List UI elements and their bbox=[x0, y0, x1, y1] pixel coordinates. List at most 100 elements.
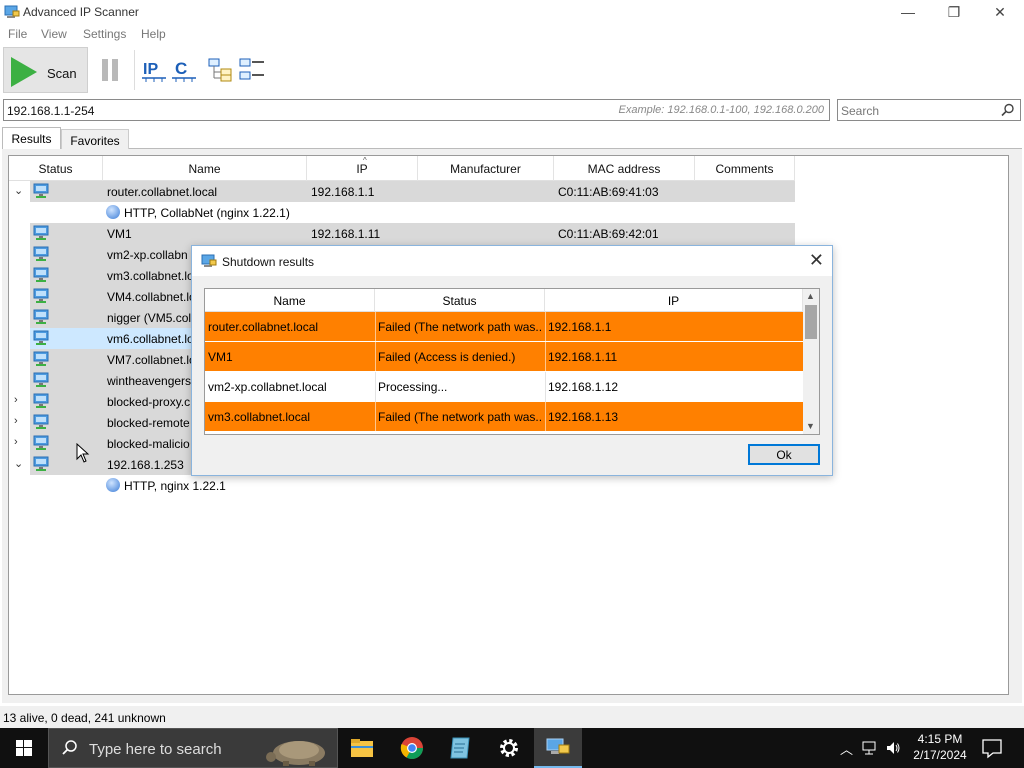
service-row[interactable]: HTTP, CollabNet (nginx 1.22.1) bbox=[9, 202, 795, 223]
expand-chevron-icon[interactable]: › bbox=[14, 415, 18, 427]
ok-button[interactable]: Ok bbox=[748, 444, 820, 465]
column-divider bbox=[545, 402, 546, 432]
result-status: Processing... bbox=[378, 380, 448, 394]
expand-all-icon[interactable] bbox=[207, 56, 235, 84]
search-highlight-illustration bbox=[266, 741, 325, 766]
pause-button[interactable] bbox=[98, 57, 124, 83]
result-name: vm3.collabnet.local bbox=[208, 410, 311, 424]
volume-icon[interactable] bbox=[885, 740, 901, 756]
search-input[interactable]: Search bbox=[837, 99, 1021, 121]
advanced-ip-scanner-icon[interactable] bbox=[534, 728, 582, 768]
close-button[interactable]: ✕ bbox=[977, 0, 1023, 24]
column-status[interactable]: Status bbox=[9, 156, 103, 181]
menu-file[interactable]: File bbox=[8, 27, 27, 41]
network-icon[interactable] bbox=[862, 741, 880, 755]
collapse-chevron-icon[interactable]: ⌄ bbox=[14, 184, 23, 197]
shutdown-result-row[interactable]: router.collabnet.local Failed (The networ… bbox=[205, 312, 803, 342]
column-divider bbox=[545, 342, 546, 372]
play-icon bbox=[11, 57, 37, 87]
collapse-all-icon[interactable] bbox=[238, 56, 266, 84]
scroll-up-icon[interactable]: ▲ bbox=[806, 291, 815, 301]
search-icon[interactable] bbox=[1001, 103, 1015, 117]
ip-icon[interactable]: IP bbox=[140, 56, 168, 84]
svg-text:C: C bbox=[175, 59, 187, 78]
computer-online-icon bbox=[33, 435, 49, 450]
column-name[interactable]: Name bbox=[103, 156, 307, 181]
sort-ascending-icon: ^ bbox=[363, 156, 367, 165]
windows-start-icon[interactable] bbox=[0, 728, 48, 768]
dialog-close-button[interactable]: ✕ bbox=[809, 250, 824, 271]
host-name: VM1 bbox=[107, 227, 132, 241]
scroll-down-icon[interactable]: ▼ bbox=[806, 421, 815, 431]
dialog-title: Shutdown results bbox=[222, 255, 315, 269]
dialog-scrollbar[interactable]: ▲ ▼ bbox=[803, 289, 819, 434]
dialog-column-status[interactable]: Status bbox=[375, 289, 545, 312]
table-row[interactable]: ⌄ router.collabnet.local 192.168.1.1 C0:11:… bbox=[9, 181, 795, 202]
scrollbar-thumb[interactable] bbox=[805, 305, 817, 339]
column-manufacturer[interactable]: Manufacturer bbox=[418, 156, 554, 181]
host-name: router.collabnet.local bbox=[107, 185, 218, 199]
notifications-icon[interactable] bbox=[980, 736, 1004, 760]
taskbar-search-box[interactable]: Type here to search bbox=[48, 728, 338, 768]
menu-settings[interactable]: Settings bbox=[83, 27, 126, 41]
menu-help[interactable]: Help bbox=[141, 27, 166, 41]
dialog-column-name[interactable]: Name bbox=[205, 289, 375, 312]
scan-button[interactable]: Scan bbox=[3, 47, 88, 93]
status-text: 13 alive, 0 dead, 241 unknown bbox=[3, 711, 166, 725]
dialog-column-ip[interactable]: IP bbox=[545, 289, 803, 312]
app-icon bbox=[4, 5, 20, 18]
globe-icon bbox=[106, 205, 120, 219]
toolbar-separator bbox=[134, 50, 135, 90]
shutdown-results-dialog: Shutdown results ✕ Name Status IP router… bbox=[191, 245, 833, 476]
scan-button-label: Scan bbox=[47, 66, 77, 81]
computer-online-icon bbox=[33, 330, 49, 345]
expand-chevron-icon[interactable]: › bbox=[14, 436, 18, 448]
clock-date: 2/17/2024 bbox=[913, 748, 967, 762]
c-class-icon[interactable]: C bbox=[170, 56, 198, 84]
restore-button[interactable]: ❐ bbox=[931, 0, 977, 24]
mouse-cursor-icon bbox=[76, 443, 90, 463]
host-mac: C0:11:AB:69:42:01 bbox=[558, 227, 659, 241]
computer-online-icon bbox=[33, 393, 49, 408]
tab-results[interactable]: Results bbox=[2, 127, 61, 149]
result-name: router.collabnet.local bbox=[208, 320, 319, 334]
column-divider bbox=[375, 342, 376, 372]
minimize-button[interactable]: — bbox=[885, 0, 931, 24]
shutdown-result-row[interactable]: vm3.collabnet.local Failed (The network p… bbox=[205, 402, 803, 432]
expand-chevron-icon[interactable]: › bbox=[14, 394, 18, 406]
shutdown-result-row[interactable]: VM1 Failed (Access is denied.) 192.168.1.1… bbox=[205, 342, 803, 372]
result-status: Failed (Access is denied.) bbox=[378, 350, 516, 364]
ip-range-input[interactable]: 192.168.1.1-254 Example: 192.168.0.1-100… bbox=[3, 99, 830, 121]
column-divider bbox=[375, 372, 376, 402]
shutdown-results-grid[interactable]: Name Status IP router.collabnet.local Fai… bbox=[204, 288, 820, 435]
notepad-icon[interactable] bbox=[436, 728, 484, 768]
svg-text:IP: IP bbox=[143, 61, 158, 78]
computer-online-icon bbox=[33, 372, 49, 387]
settings-icon[interactable] bbox=[485, 728, 533, 768]
file-explorer-icon[interactable] bbox=[338, 728, 386, 768]
column-divider bbox=[545, 372, 546, 402]
computer-online-icon bbox=[33, 183, 49, 198]
ip-range-value: 192.168.1.1-254 bbox=[7, 104, 95, 118]
tray-overflow-chevron-icon[interactable]: ︿ bbox=[840, 739, 853, 758]
shutdown-result-row[interactable]: vm2-xp.collabnet.local Processing... 192.1… bbox=[205, 372, 803, 402]
shutdown-results-header: Name Status IP bbox=[205, 289, 803, 312]
host-ip: 192.168.1.1 bbox=[311, 185, 375, 199]
chrome-icon[interactable] bbox=[388, 728, 436, 768]
column-mac-address[interactable]: MAC address bbox=[554, 156, 695, 181]
menu-view[interactable]: View bbox=[41, 27, 67, 41]
menu-bar: File View Settings Help bbox=[0, 24, 1024, 44]
column-comments[interactable]: Comments bbox=[695, 156, 795, 181]
result-status: Failed (The network path was... bbox=[378, 320, 542, 334]
result-ip: 192.168.1.12 bbox=[548, 380, 619, 394]
taskbar-clock[interactable]: 4:15 PM 2/17/2024 bbox=[900, 731, 980, 763]
computer-online-icon bbox=[33, 414, 49, 429]
result-ip: 192.168.1.11 bbox=[548, 350, 618, 364]
table-row[interactable]: VM1 192.168.1.11 C0:11:AB:69:42:01 bbox=[9, 223, 795, 244]
computer-online-icon bbox=[33, 351, 49, 366]
tab-favorites[interactable]: Favorites bbox=[61, 129, 129, 149]
service-row[interactable]: HTTP, nginx 1.22.1 bbox=[9, 475, 795, 496]
computer-online-icon bbox=[33, 288, 49, 303]
collapse-chevron-icon[interactable]: ⌄ bbox=[14, 457, 23, 470]
window-title: Advanced IP Scanner bbox=[23, 5, 139, 19]
